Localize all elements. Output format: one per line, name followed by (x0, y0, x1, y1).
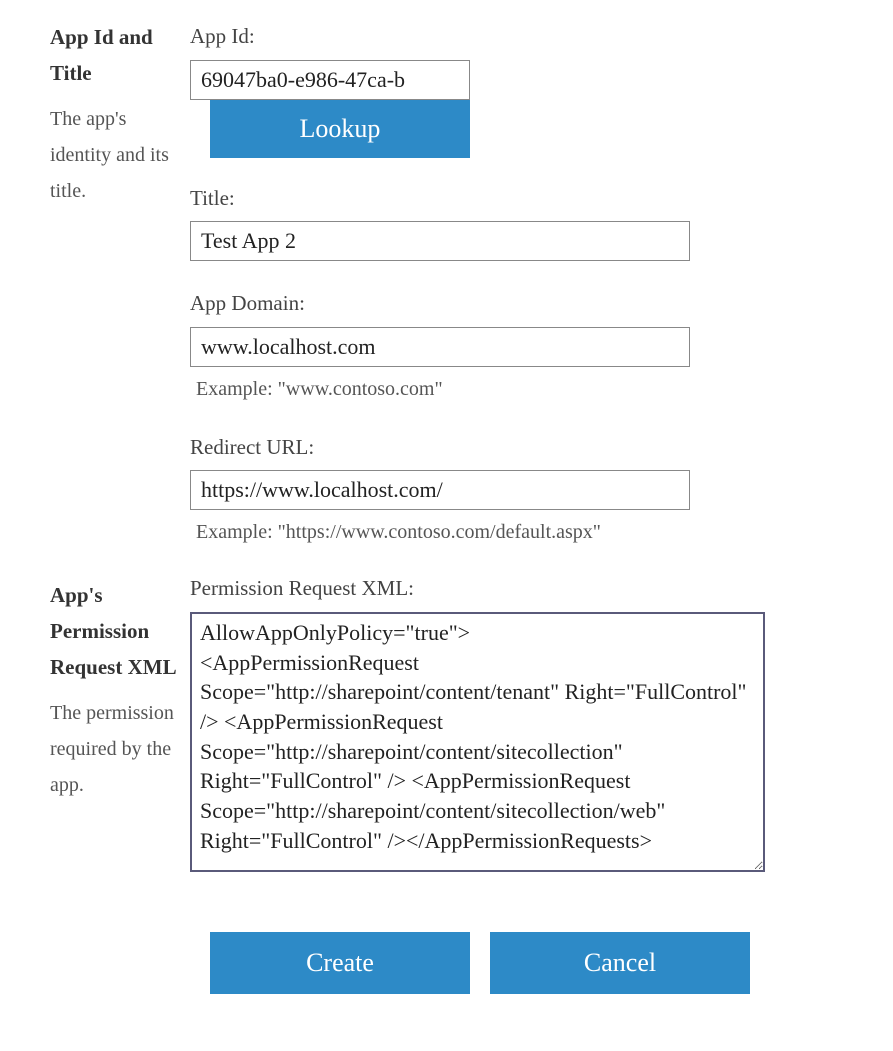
redirect-url-input[interactable] (190, 470, 690, 510)
section-content: App Id: Lookup Title: App Domain: Exampl… (190, 20, 853, 548)
title-label: Title: (190, 182, 853, 216)
redirect-url-hint: Example: "https://www.contoso.com/defaul… (196, 516, 853, 548)
lookup-button[interactable]: Lookup (210, 100, 470, 158)
section-title: App's Permission Request XML (50, 578, 180, 685)
section-sidebar: App's Permission Request XML The permiss… (50, 578, 190, 872)
redirect-url-label: Redirect URL: (190, 431, 853, 465)
app-domain-label: App Domain: (190, 287, 853, 321)
redirect-field-group: Redirect URL: Example: "https://www.cont… (190, 431, 853, 549)
section-title: App Id and Title (50, 20, 180, 91)
section-sidebar: App Id and Title The app's identity and … (50, 20, 190, 548)
title-input[interactable] (190, 221, 690, 261)
permission-xml-textarea[interactable] (190, 612, 765, 872)
app-domain-hint: Example: "www.contoso.com" (196, 373, 853, 405)
app-domain-input[interactable] (190, 327, 690, 367)
app-id-row: Lookup (190, 60, 853, 158)
section-app-id-title: App Id and Title The app's identity and … (50, 20, 853, 548)
permission-xml-label: Permission Request XML: (190, 572, 853, 606)
app-domain-field-group: App Domain: Example: "www.contoso.com" (190, 287, 853, 405)
title-field-group: Title: (190, 182, 853, 268)
cancel-button[interactable]: Cancel (490, 932, 750, 994)
app-id-label: App Id: (190, 20, 853, 54)
section-description: The app's identity and its title. (50, 101, 180, 209)
section-permission-xml: App's Permission Request XML The permiss… (50, 578, 853, 872)
button-row: Create Cancel (210, 932, 853, 994)
app-id-input[interactable] (190, 60, 470, 100)
section-content: Permission Request XML: (190, 578, 853, 872)
create-button[interactable]: Create (210, 932, 470, 994)
section-description: The permission required by the app. (50, 695, 180, 803)
